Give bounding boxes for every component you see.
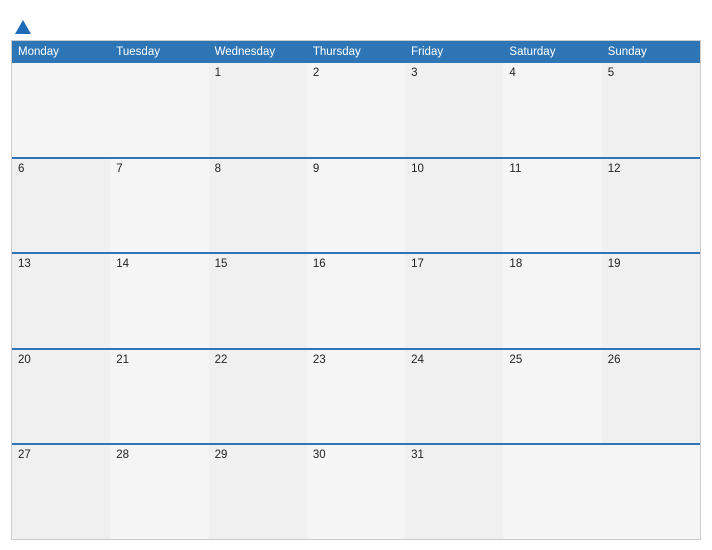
day-number: 8 xyxy=(215,163,221,175)
week-row-4: 20 21 22 23 24 25 26 xyxy=(12,348,700,444)
week-row-5: 27 28 29 30 31 xyxy=(12,443,700,539)
day-cell xyxy=(503,445,601,539)
week-row-2: 6 7 8 9 10 11 12 xyxy=(12,157,700,253)
day-number: 14 xyxy=(116,258,129,270)
day-number: 20 xyxy=(18,354,31,366)
page-header xyxy=(11,10,701,40)
day-cell: 25 xyxy=(503,350,601,444)
day-number: 18 xyxy=(509,258,522,270)
day-cell: 4 xyxy=(503,63,601,157)
day-cell: 3 xyxy=(405,63,503,157)
day-number: 2 xyxy=(313,67,319,79)
day-number: 13 xyxy=(18,258,31,270)
day-number: 1 xyxy=(215,67,221,79)
day-number: 6 xyxy=(18,163,24,175)
day-number: 12 xyxy=(608,163,621,175)
day-cell: 9 xyxy=(307,159,405,253)
day-cell: 30 xyxy=(307,445,405,539)
day-cell: 10 xyxy=(405,159,503,253)
day-cell: 27 xyxy=(12,445,110,539)
day-cell: 23 xyxy=(307,350,405,444)
day-cell xyxy=(110,63,208,157)
day-header-thursday: Thursday xyxy=(307,41,405,63)
day-header-tuesday: Tuesday xyxy=(110,41,208,63)
day-cell: 16 xyxy=(307,254,405,348)
day-header-saturday: Saturday xyxy=(503,41,601,63)
logo-triangle-icon xyxy=(15,20,31,34)
day-number: 16 xyxy=(313,258,326,270)
day-header-friday: Friday xyxy=(405,41,503,63)
day-number: 17 xyxy=(411,258,424,270)
day-header-monday: Monday xyxy=(12,41,110,63)
day-cell: 26 xyxy=(602,350,700,444)
day-cell: 15 xyxy=(209,254,307,348)
calendar-grid: MondayTuesdayWednesdayThursdayFridaySatu… xyxy=(11,40,701,540)
logo xyxy=(15,20,33,34)
day-cell: 20 xyxy=(12,350,110,444)
day-number: 11 xyxy=(509,163,521,175)
weeks-container: 1234567891011121314151617181920212223242… xyxy=(12,63,700,539)
day-number: 7 xyxy=(116,163,122,175)
day-number: 29 xyxy=(215,449,228,461)
day-number: 28 xyxy=(116,449,129,461)
day-number: 31 xyxy=(411,449,424,461)
week-row-3: 13 14 15 16 17 18 19 xyxy=(12,252,700,348)
day-number: 25 xyxy=(509,354,522,366)
day-cell: 29 xyxy=(209,445,307,539)
day-number: 30 xyxy=(313,449,326,461)
day-number: 27 xyxy=(18,449,31,461)
logo-blue-row xyxy=(15,20,33,34)
day-cell: 19 xyxy=(602,254,700,348)
day-cell: 11 xyxy=(503,159,601,253)
day-cell: 22 xyxy=(209,350,307,444)
day-cell: 5 xyxy=(602,63,700,157)
day-number: 24 xyxy=(411,354,424,366)
day-headers-row: MondayTuesdayWednesdayThursdayFridaySatu… xyxy=(12,41,700,63)
day-cell: 1 xyxy=(209,63,307,157)
day-cell: 6 xyxy=(12,159,110,253)
day-cell: 17 xyxy=(405,254,503,348)
day-number: 19 xyxy=(608,258,621,270)
week-row-1: 1 2 3 4 5 xyxy=(12,63,700,157)
day-header-sunday: Sunday xyxy=(602,41,700,63)
day-number: 5 xyxy=(608,67,614,79)
day-cell: 2 xyxy=(307,63,405,157)
day-cell: 13 xyxy=(12,254,110,348)
day-header-wednesday: Wednesday xyxy=(209,41,307,63)
day-cell: 21 xyxy=(110,350,208,444)
day-cell: 8 xyxy=(209,159,307,253)
day-cell xyxy=(602,445,700,539)
day-cell: 18 xyxy=(503,254,601,348)
day-cell: 28 xyxy=(110,445,208,539)
day-number: 3 xyxy=(411,67,417,79)
day-number: 23 xyxy=(313,354,326,366)
day-cell: 7 xyxy=(110,159,208,253)
day-cell: 31 xyxy=(405,445,503,539)
day-number: 9 xyxy=(313,163,319,175)
day-cell: 14 xyxy=(110,254,208,348)
day-number: 10 xyxy=(411,163,424,175)
calendar-page: MondayTuesdayWednesdayThursdayFridaySatu… xyxy=(11,10,701,540)
day-number: 21 xyxy=(116,354,129,366)
day-number: 4 xyxy=(509,67,515,79)
day-number: 26 xyxy=(608,354,621,366)
day-number: 15 xyxy=(215,258,228,270)
day-cell xyxy=(12,63,110,157)
day-cell: 12 xyxy=(602,159,700,253)
day-number: 22 xyxy=(215,354,228,366)
day-cell: 24 xyxy=(405,350,503,444)
